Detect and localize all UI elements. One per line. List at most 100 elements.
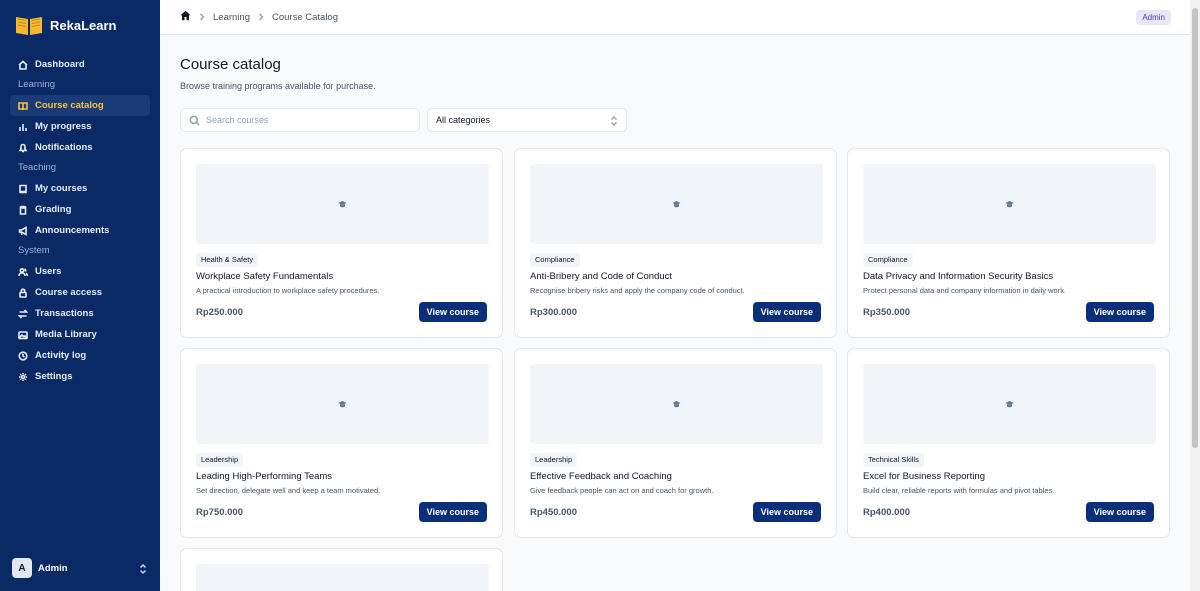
brand[interactable]: RekaLearn — [0, 0, 160, 50]
graduation-cap-icon — [338, 400, 347, 407]
search-box[interactable] — [180, 108, 420, 132]
chevron-up-down-icon — [610, 115, 618, 127]
course-price: Rp450.000 — [530, 507, 578, 518]
course-card: Leadership Effective Feedback and Coachi… — [514, 348, 837, 538]
course-thumbnail — [863, 364, 1156, 444]
clipboard-icon — [18, 205, 28, 215]
chevron-right-icon — [197, 12, 207, 22]
course-description: Protect personal data and company inform… — [863, 286, 1067, 295]
graduation-cap-icon — [672, 200, 681, 207]
sidebar-item-transactions[interactable]: Transactions — [10, 303, 150, 324]
sidebar-item-label: Activity log — [35, 350, 87, 361]
category-tag: Health & Safety — [196, 253, 259, 267]
user-name: Admin — [38, 562, 68, 574]
course-description: Set direction, delegate well and keep a … — [196, 486, 381, 495]
sidebar-item-media-library[interactable]: Media Library — [10, 324, 150, 345]
course-thumbnail — [530, 164, 823, 244]
course-card: Technical Skills Excel for Business Repo… — [847, 348, 1170, 538]
megaphone-icon — [18, 225, 28, 236]
home-icon[interactable] — [180, 8, 191, 26]
graduation-cap-icon — [672, 400, 681, 407]
image-icon — [18, 330, 28, 340]
course-thumbnail — [196, 364, 489, 444]
course-title: Data Privacy and Information Security Ba… — [863, 271, 1054, 282]
view-course-button[interactable]: View course — [752, 502, 821, 522]
graduation-cap-icon — [1005, 200, 1014, 207]
sidebar-item-label: Course catalog — [35, 100, 104, 111]
category-tag: Compliance — [863, 253, 913, 267]
course-card — [180, 548, 503, 591]
category-tag: Leadership — [530, 453, 578, 467]
gear-icon — [18, 372, 28, 382]
course-card: Compliance Data Privacy and Information … — [847, 148, 1170, 338]
sidebar-item-users[interactable]: Users — [10, 261, 150, 282]
course-price: Rp750.000 — [196, 507, 244, 518]
sidebar-item-dashboard[interactable]: Dashboard — [10, 54, 150, 75]
category-select-value: All categories — [436, 115, 491, 125]
sidebar-item-label: Course access — [35, 287, 103, 298]
nav-section-system: System — [18, 245, 50, 256]
breadcrumb-course-catalog: Course Catalog — [271, 11, 338, 23]
bar-chart-icon — [18, 122, 28, 132]
graduation-cap-icon — [338, 200, 347, 207]
sidebar-item-label: Announcements — [35, 225, 110, 236]
sidebar-item-label: Notifications — [35, 142, 93, 153]
sidebar-item-announcements[interactable]: Announcements — [10, 220, 150, 241]
sidebar-item-course-access[interactable]: Course access — [10, 282, 150, 303]
topbar: Learning Course Catalog Admin — [160, 0, 1190, 35]
user-menu[interactable]: A Admin — [12, 557, 148, 579]
course-thumbnail — [530, 364, 823, 444]
view-course-button[interactable]: View course — [1085, 502, 1154, 522]
role-badge: Admin — [1136, 10, 1171, 25]
book-icon — [18, 184, 28, 194]
course-price: Rp400.000 — [863, 507, 911, 518]
page-title: Course catalog — [180, 56, 281, 73]
course-description: Give feedback people can act on and coac… — [530, 486, 714, 495]
scrollbar-thumb[interactable] — [1192, 8, 1198, 448]
category-select[interactable]: All categories — [427, 108, 627, 132]
view-course-button[interactable]: View course — [752, 302, 821, 322]
course-thumbnail — [863, 164, 1156, 244]
course-title: Leading High-Performing Teams — [196, 471, 333, 482]
course-description: Build clear, reliable reports with formu… — [863, 486, 1055, 495]
chevron-right-icon — [256, 12, 266, 22]
sidebar-item-notifications[interactable]: Notifications — [10, 137, 150, 158]
course-title: Workplace Safety Fundamentals — [196, 271, 334, 282]
users-icon — [18, 267, 28, 277]
course-price: Rp300.000 — [530, 307, 578, 318]
sidebar-item-my-progress[interactable]: My progress — [10, 116, 150, 137]
book-open-icon — [18, 101, 28, 111]
chevron-up-down-icon — [138, 562, 148, 575]
view-course-button[interactable]: View course — [1085, 302, 1154, 322]
search-input[interactable] — [206, 115, 406, 125]
course-thumbnail — [196, 164, 489, 244]
page-subtitle: Browse training programs available for p… — [180, 81, 376, 91]
sidebar-item-grading[interactable]: Grading — [10, 199, 150, 220]
sidebar-item-activity-log[interactable]: Activity log — [10, 345, 150, 366]
course-thumbnail — [196, 564, 489, 591]
view-course-button[interactable]: View course — [418, 302, 487, 322]
course-title: Excel for Business Reporting — [863, 471, 985, 482]
breadcrumb-learning[interactable]: Learning — [213, 12, 250, 23]
course-card: Leadership Leading High-Performing Teams… — [180, 348, 503, 538]
course-price: Rp350.000 — [863, 307, 911, 318]
course-card: Health & Safety Workplace Safety Fundame… — [180, 148, 503, 338]
course-description: Recognise bribery risks and apply the co… — [530, 286, 745, 295]
nav-section-learning: Learning — [18, 79, 55, 90]
sidebar-item-my-courses[interactable]: My courses — [10, 178, 150, 199]
view-course-button[interactable]: View course — [418, 502, 487, 522]
course-price: Rp250.000 — [196, 307, 244, 318]
category-tag: Compliance — [530, 253, 580, 267]
arrows-icon — [18, 308, 28, 319]
clock-icon — [18, 350, 28, 361]
page-scrollbar[interactable] — [1190, 0, 1200, 591]
course-title: Anti-Bribery and Code of Conduct — [530, 271, 673, 282]
sidebar-item-settings[interactable]: Settings — [10, 366, 150, 387]
bell-icon — [18, 143, 28, 153]
sidebar-item-label: My courses — [35, 183, 88, 194]
graduation-cap-icon — [1005, 400, 1014, 407]
main-content: Course catalog Browse training programs … — [160, 35, 1190, 591]
category-tag: Technical Skills — [863, 453, 924, 467]
sidebar-item-label: Grading — [35, 204, 72, 215]
sidebar-item-course-catalog[interactable]: Course catalog — [10, 95, 150, 116]
